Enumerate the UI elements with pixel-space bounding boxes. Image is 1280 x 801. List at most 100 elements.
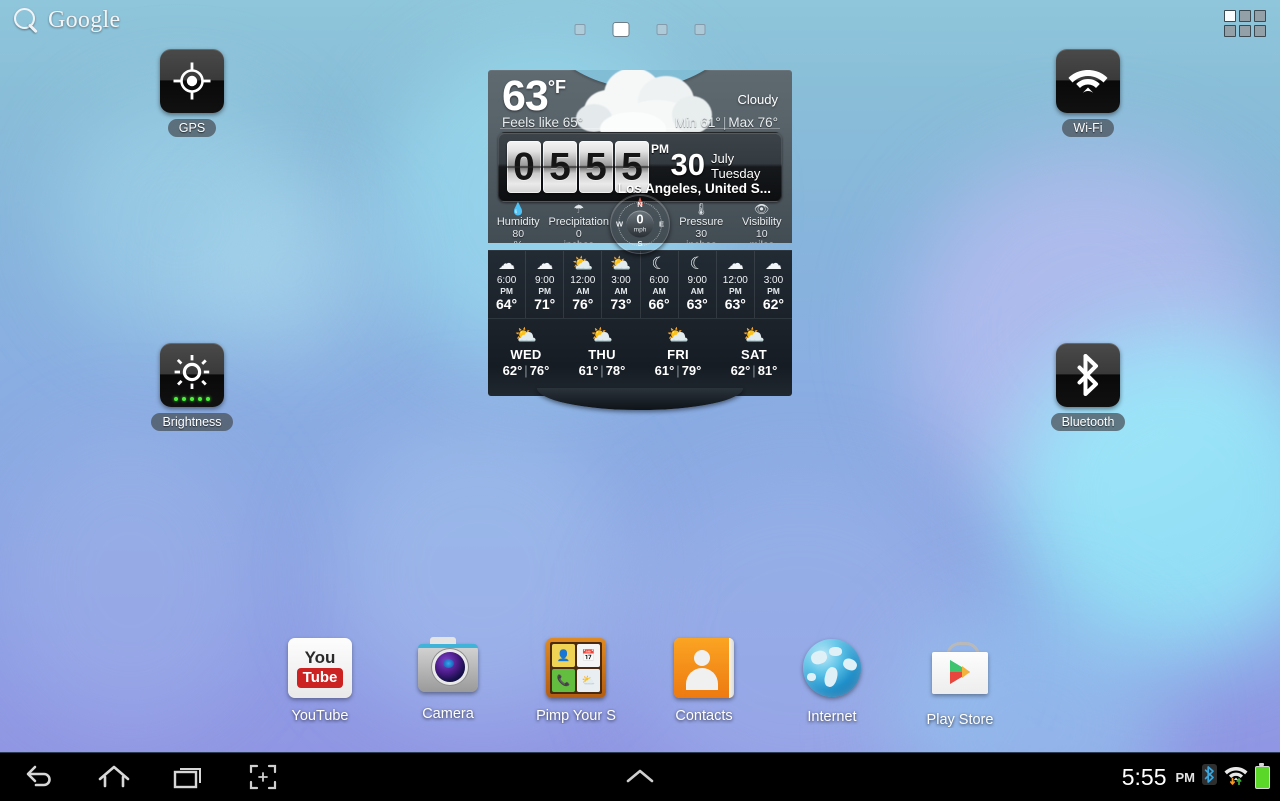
partly-cloudy-night-icon: ☁ <box>726 254 744 273</box>
hourly-cell: ☾ 9:00 AM 63° <box>679 251 717 319</box>
partly-sunny-icon: ⛅ <box>742 325 766 345</box>
widget-toggle-wifi[interactable]: Wi-Fi <box>1038 49 1138 137</box>
compass-east: E <box>658 219 664 229</box>
hourly-cell: ☁ 12:00 PM 63° <box>717 251 755 319</box>
bluetooth-status-icon <box>1202 764 1217 790</box>
clear-night-icon: ☾ <box>689 254 705 273</box>
compass-north: N <box>637 200 643 209</box>
app-label-youtube: YouTube <box>291 708 349 724</box>
daily-forecast-row[interactable]: ⛅ WED 62° | 76° ⛅ THU 61° | 78° ⛅ FRI 61° | 79… <box>488 318 792 396</box>
bluetooth-icon[interactable] <box>1056 343 1120 407</box>
system-navigation-bar: 5:55 PM <box>0 752 1280 801</box>
weather-subline: Feels like 65° Min 61° | Max 76° <box>488 110 792 134</box>
gps-crosshair-icon[interactable] <box>160 49 224 113</box>
app-dock: You Tube YouTube Camera 👤 📅 📞 ⛅ Pimp Your … <box>0 636 1280 736</box>
widget-label-wifi: Wi-Fi <box>1062 119 1114 137</box>
app-icon-camera[interactable]: Camera <box>384 636 512 722</box>
hourly-cell: ⛅ 3:00 AM 73° <box>602 251 641 319</box>
pressure-thermometer-icon: 🌡 <box>693 202 709 216</box>
wind-speed-unit: mph <box>633 226 647 234</box>
pimp-your-screen-icon[interactable]: 👤 📅 📞 ⛅ <box>544 638 608 702</box>
metric-visibility: 👁 Visibility 10 miles <box>732 202 792 244</box>
google-search-bar[interactable]: Google <box>12 6 120 34</box>
humidity-drop-icon: 💧 <box>510 202 526 216</box>
cloudy-icon: ☁ <box>498 254 516 273</box>
date-day: 30 <box>670 147 705 182</box>
app-label-camera: Camera <box>422 706 474 722</box>
wifi-status-icon <box>1224 764 1248 790</box>
weather-condition: Cloudy <box>737 92 778 107</box>
daily-cell: ⛅ FRI 61° | 79° <box>640 319 716 396</box>
contacts-icon[interactable] <box>672 638 736 702</box>
wind-speed: 0 mph <box>626 210 654 238</box>
wind-speed-value: 0 <box>636 211 644 227</box>
back-arrow-icon[interactable] <box>10 753 70 801</box>
widget-toggle-bluetooth[interactable]: Bluetooth <box>1038 343 1138 431</box>
google-label: Google <box>48 6 121 33</box>
home-icon[interactable] <box>84 753 144 801</box>
weather-widget[interactable]: 63°F Cloudy Feels like 65° Min 61° | Max 7… <box>488 70 792 410</box>
apps-grid-icon[interactable] <box>1224 10 1266 37</box>
hourly-cell: ⛅ 12:00 AM 76° <box>564 251 603 319</box>
app-icon-pimp-your-screen[interactable]: 👤 📅 📞 ⛅ Pimp Your S <box>512 636 640 724</box>
partly-sunny-icon: ⛅ <box>514 325 538 345</box>
date-weekday: Tuesday <box>711 166 761 181</box>
status-tray[interactable]: 5:55 PM <box>1122 753 1270 801</box>
chevron-up-icon[interactable] <box>610 753 670 801</box>
app-icon-youtube[interactable]: You Tube YouTube <box>256 636 384 724</box>
partly-sunny-icon: ⛅ <box>666 325 690 345</box>
temperature-unit: °F <box>547 77 567 97</box>
page-dot[interactable] <box>574 24 586 35</box>
camera-icon[interactable] <box>416 636 480 700</box>
precipitation-umbrella-icon: ☂ <box>573 202 585 216</box>
brightness-level-dots <box>160 397 224 401</box>
divider <box>500 128 780 129</box>
widget-label-gps: GPS <box>167 119 217 137</box>
date-month: July <box>711 151 735 166</box>
app-icon-play-store[interactable]: Play Store <box>896 636 1024 728</box>
widget-toggle-brightness[interactable]: Brightness <box>142 343 242 431</box>
recent-apps-icon[interactable] <box>158 753 218 801</box>
hourly-cell: ☁ 6:00 PM 64° <box>488 251 527 319</box>
app-label-play-store: Play Store <box>926 712 994 728</box>
app-icon-internet[interactable]: Internet <box>768 636 896 725</box>
widget-label-brightness: Brightness <box>151 413 233 431</box>
screenshot-icon[interactable] <box>233 753 293 801</box>
youtube-line2: Tube <box>296 667 344 688</box>
daily-cell: ⛅ SAT 62° | 81° <box>716 319 792 396</box>
hourly-cell: ☾ 6:00 AM 66° <box>641 251 679 319</box>
brightness-sun-icon[interactable] <box>160 343 224 407</box>
status-clock: 5:55 <box>1121 763 1167 790</box>
app-label-contacts: Contacts <box>675 708 733 724</box>
hourly-cell: ☁ 3:00 PM 62° <box>755 251 792 319</box>
cloudy-icon: ☁ <box>536 254 554 273</box>
internet-globe-icon[interactable] <box>800 639 864 703</box>
app-label-internet: Internet <box>807 709 857 725</box>
wifi-icon[interactable] <box>1056 49 1120 113</box>
compass-south: S <box>637 239 643 248</box>
partly-sunny-icon: ⛅ <box>590 325 614 345</box>
widget-toggle-gps[interactable]: GPS <box>142 49 242 137</box>
partly-sunny-icon: ⛅ <box>572 254 594 273</box>
visibility-eye-icon: 👁 <box>754 202 770 216</box>
app-icon-contacts[interactable]: Contacts <box>640 636 768 724</box>
battery-full-icon <box>1255 762 1270 789</box>
partly-cloudy-night-icon: ☁ <box>764 254 782 273</box>
compass-west: W <box>616 219 624 229</box>
play-store-icon[interactable] <box>928 642 992 706</box>
wind-compass: N S W E 0 mph <box>610 194 670 254</box>
partly-sunny-icon: ⛅ <box>610 254 632 273</box>
search-icon[interactable] <box>12 6 40 34</box>
page-dot[interactable] <box>694 24 706 35</box>
youtube-icon[interactable]: You Tube <box>288 638 352 702</box>
page-dot-active[interactable] <box>612 22 630 37</box>
page-dot[interactable] <box>656 24 668 35</box>
hourly-forecast-row[interactable]: ☁ 6:00 PM 64° ☁ 9:00 PM 71° ⛅ 12:00 AM 7… <box>488 250 792 319</box>
metric-pressure: 🌡 Pressure 30 inches <box>671 202 731 244</box>
app-label-pimp-your-screen: Pimp Your S <box>536 708 616 724</box>
page-indicator <box>574 22 706 37</box>
flip-clock-panel[interactable]: 0 5 5 5 PM 30 July Tuesday Los Angeles, … <box>498 132 782 202</box>
widget-label-bluetooth: Bluetooth <box>1050 413 1126 431</box>
clear-night-icon: ☾ <box>651 254 667 273</box>
hourly-cell: ☁ 9:00 PM 71° <box>526 251 565 319</box>
